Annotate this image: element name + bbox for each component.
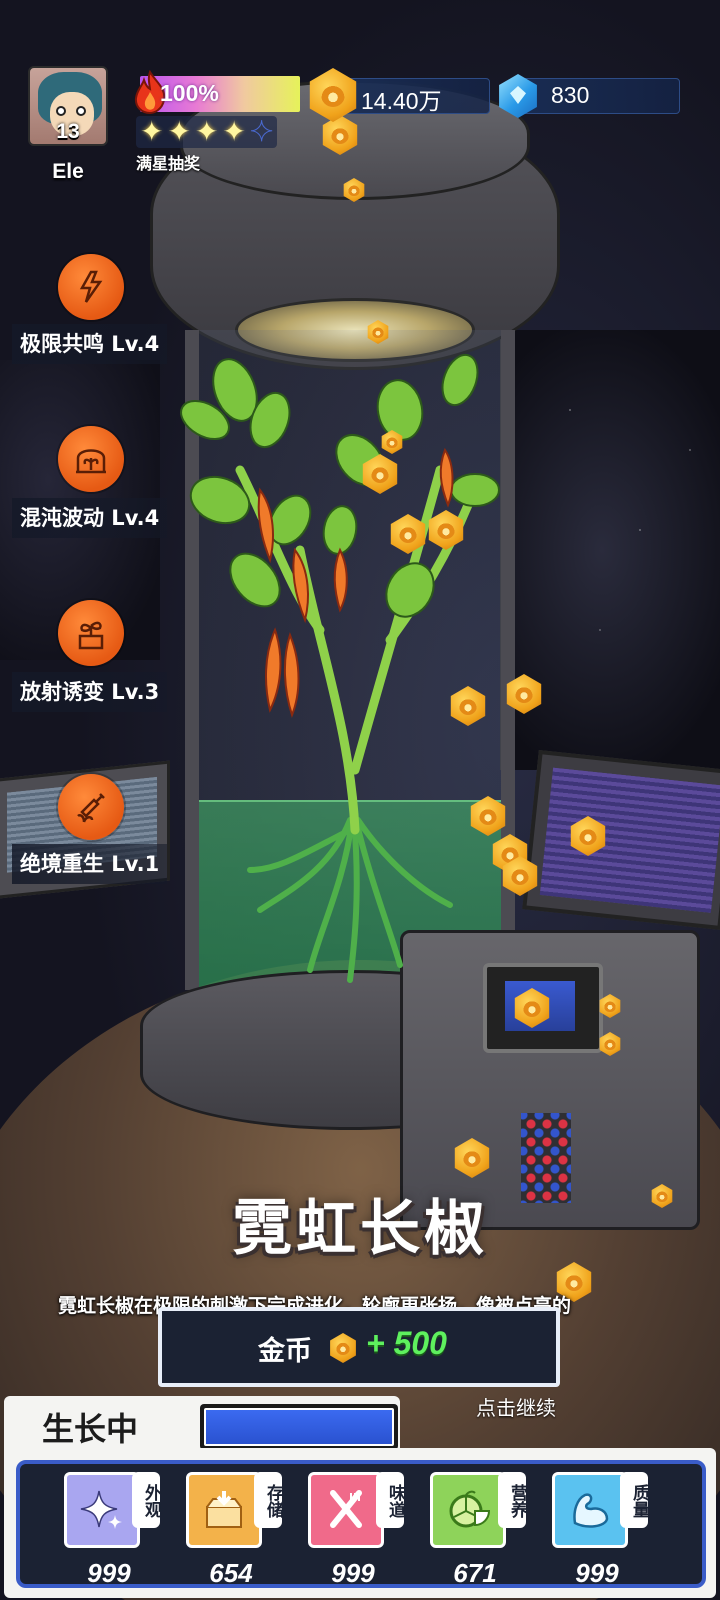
star-rating: ✦ ✦ ✦ ✦ ✦ (136, 115, 278, 148)
full-star-lottery-label[interactable]: 满星抽奖 (136, 150, 200, 174)
stat-value: 999 (87, 1558, 131, 1588)
growth-status-label: 生长中 (42, 1410, 139, 1448)
stat-appearance[interactable]: 外观 999 (64, 1472, 174, 1592)
gem-counter[interactable]: 830 (516, 78, 680, 114)
pepper-plant (180, 353, 500, 983)
star-filled-icon: ✦ (140, 115, 164, 148)
fork-knife-icon (308, 1472, 384, 1548)
stat-value: 999 (331, 1558, 375, 1588)
player-name: Ele (52, 160, 84, 183)
stat-tag: 存储 (254, 1472, 283, 1528)
stat-tag: 营养 (498, 1472, 527, 1528)
star-empty-icon: ✦ (249, 115, 274, 148)
plant-name-title: 霓虹长椒 (232, 1194, 488, 1264)
stat-taste[interactable]: 味道 999 (308, 1472, 418, 1592)
skill-label: 极限共鸣 Lv.4 (12, 324, 168, 364)
sparkle-icon (64, 1472, 140, 1548)
skill-icon-lightning-plant-icon[interactable] (58, 254, 124, 320)
lime-icon (430, 1472, 506, 1548)
muscle-icon (552, 1472, 628, 1548)
star-filled-icon: ✦ (222, 115, 246, 148)
reward-coin-icon (330, 1333, 356, 1363)
skill-icon-dome-plant-icon[interactable] (58, 426, 124, 492)
growth-progress-track (200, 1404, 398, 1450)
box-icon (186, 1472, 262, 1548)
star-filled-icon: ✦ (194, 115, 219, 148)
skill-icon-sprout-box-icon[interactable] (58, 600, 124, 666)
growth-status-tab: 生长中 (4, 1396, 400, 1454)
growth-progress-fill (204, 1408, 394, 1446)
player-level: 13 (56, 120, 80, 143)
skill-label: 放射诱变 Lv.3 (12, 672, 168, 712)
star-progress-percent: 100% (160, 80, 219, 106)
stat-value: 671 (453, 1558, 497, 1588)
reward-box: 金币 + 500 (158, 1307, 560, 1387)
stat-tag: 外观 (132, 1472, 161, 1528)
gold-counter[interactable]: 14.40万 (340, 78, 490, 114)
reward-label: 金币 (258, 1336, 312, 1367)
skill-label: 混沌波动 Lv.4 (12, 498, 168, 538)
stat-value: 654 (209, 1558, 253, 1588)
star-filled-icon: ✦ (167, 115, 191, 148)
stat-quality[interactable]: 质量 999 (552, 1472, 662, 1592)
gem-amount: 830 (551, 82, 590, 108)
stat-value: 999 (575, 1558, 619, 1588)
stat-storage[interactable]: 存储 654 (186, 1472, 296, 1592)
stat-tag: 质量 (620, 1472, 649, 1528)
right-monitor (522, 749, 720, 931)
stat-nutrition[interactable]: 营养 671 (430, 1472, 540, 1592)
gold-amount: 14.40万 (361, 88, 442, 114)
reward-amount: + 500 (366, 1325, 447, 1361)
stats-panel: 外观 999 存储 654 味道 999 营养 671 质量 999 (4, 1448, 716, 1598)
skill-label: 绝境重生 Lv.1 (12, 844, 168, 884)
stat-tag: 味道 (376, 1472, 405, 1528)
stats-list: 外观 999 存储 654 味道 999 营养 671 质量 999 (16, 1460, 706, 1588)
star-progress[interactable]: 100% (132, 62, 302, 114)
tap-to-continue[interactable]: 点击继续 (476, 1392, 556, 1421)
skill-icon-syringe-plant-icon[interactable] (58, 774, 124, 840)
